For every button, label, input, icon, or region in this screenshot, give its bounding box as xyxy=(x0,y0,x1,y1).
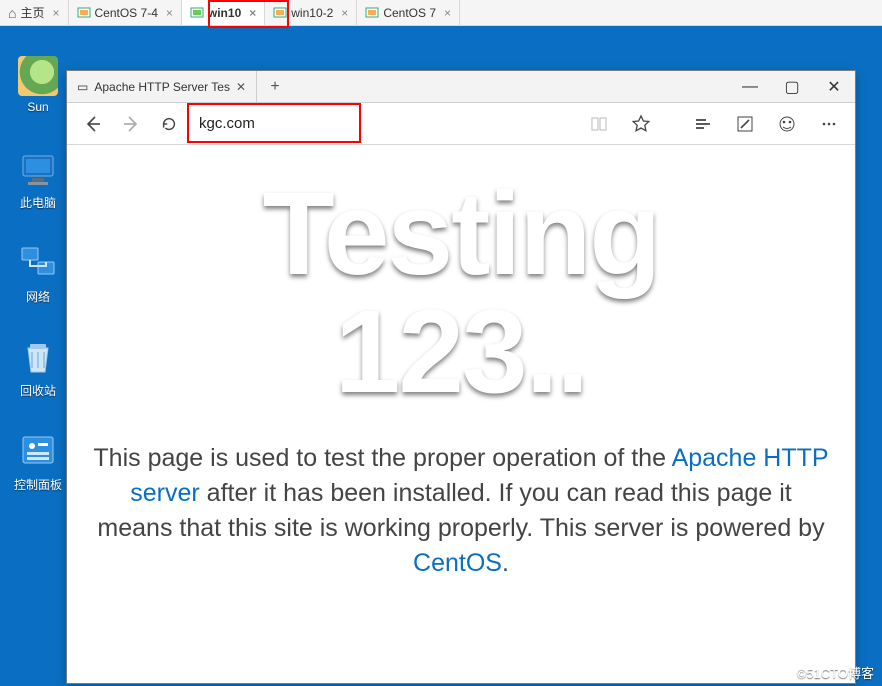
windows-desktop: Sun 此电脑 网络 回收站 控制面板 ▭ Apache HTTP Server… xyxy=(0,26,882,686)
forward-button[interactable] xyxy=(113,106,149,142)
address-bar[interactable] xyxy=(193,109,575,139)
vm-tab-label: CentOS 7 xyxy=(383,6,436,20)
close-icon[interactable]: × xyxy=(444,6,451,20)
vm-tab-label: 主页 xyxy=(20,4,44,21)
minimize-button[interactable]: — xyxy=(729,71,771,102)
close-icon[interactable]: ✕ xyxy=(236,80,246,94)
link-centos[interactable]: CentOS xyxy=(413,549,502,577)
recycle-bin-icon xyxy=(18,338,58,378)
refresh-icon xyxy=(160,115,178,133)
close-icon[interactable]: × xyxy=(52,6,59,20)
watermark: ©51CTO博客 xyxy=(797,663,874,682)
vm-icon xyxy=(77,6,91,20)
page-heading-line1: Testing xyxy=(93,175,829,293)
folder-icon xyxy=(18,56,58,96)
page-icon: ▭ xyxy=(77,80,88,94)
new-tab-button[interactable]: + xyxy=(257,71,293,102)
pc-icon xyxy=(18,150,58,190)
hub-button[interactable] xyxy=(685,106,721,142)
share-icon xyxy=(777,114,797,134)
note-icon xyxy=(735,114,755,134)
vm-icon xyxy=(273,6,287,20)
browser-titlebar: ▭ Apache HTTP Server Tes ✕ + — ▢ ✕ xyxy=(67,71,855,103)
close-icon[interactable]: × xyxy=(166,6,173,20)
vm-tab-bar: 主页 × CentOS 7-4 × win10 × win10-2 × Cent… xyxy=(0,0,882,26)
browser-toolbar xyxy=(67,103,855,145)
desktop-icon-label: 回收站 xyxy=(10,382,66,399)
vm-icon xyxy=(365,6,379,20)
ellipsis-icon xyxy=(819,114,839,134)
lines-icon xyxy=(693,114,713,134)
vm-tab-win10-2[interactable]: win10-2 × xyxy=(265,0,357,25)
page-lead-text: This page is used to test the proper ope… xyxy=(93,441,829,581)
vm-tab-centos7[interactable]: CentOS 7 × xyxy=(357,0,460,25)
maximize-button[interactable]: ▢ xyxy=(771,71,813,102)
reading-view-button[interactable] xyxy=(581,106,617,142)
page-content: Testing 123.. This page is used to test … xyxy=(67,145,855,683)
desktop-icon-label: 此电脑 xyxy=(10,194,66,211)
vm-tab-win10[interactable]: win10 × xyxy=(182,0,265,25)
page-heading-line2: 123.. xyxy=(93,293,829,411)
more-button[interactable] xyxy=(811,106,847,142)
close-button[interactable]: ✕ xyxy=(813,71,855,102)
notes-button[interactable] xyxy=(727,106,763,142)
desktop-icon-label: 控制面板 xyxy=(10,476,66,493)
home-icon xyxy=(8,5,16,21)
desktop-icon-sun[interactable]: Sun xyxy=(10,56,66,114)
desktop-icon-label: Sun xyxy=(10,100,66,114)
vm-tab-centos74[interactable]: CentOS 7-4 × xyxy=(69,0,182,25)
control-panel-icon xyxy=(18,432,58,472)
vm-tab-label: win10 xyxy=(208,6,241,20)
star-icon xyxy=(631,114,651,134)
browser-tab[interactable]: ▭ Apache HTTP Server Tes ✕ xyxy=(67,71,257,102)
browser-tab-title: Apache HTTP Server Tes xyxy=(94,80,230,94)
share-button[interactable] xyxy=(769,106,805,142)
back-button[interactable] xyxy=(75,106,111,142)
refresh-button[interactable] xyxy=(151,106,187,142)
vm-tab-label: CentOS 7-4 xyxy=(95,6,158,20)
arrow-right-icon xyxy=(121,114,141,134)
url-input[interactable] xyxy=(193,109,575,139)
desktop-icon-thispc[interactable]: 此电脑 xyxy=(10,150,66,211)
book-icon xyxy=(589,114,609,134)
vm-tab-label: win10-2 xyxy=(291,6,333,20)
desktop-icon-label: 网络 xyxy=(10,288,66,305)
arrow-left-icon xyxy=(83,114,103,134)
network-icon xyxy=(18,244,58,284)
desktop-icon-controlpanel[interactable]: 控制面板 xyxy=(10,432,66,493)
vm-tab-home[interactable]: 主页 × xyxy=(0,0,69,25)
desktop-icon-recyclebin[interactable]: 回收站 xyxy=(10,338,66,399)
vm-icon xyxy=(190,6,204,20)
window-controls: — ▢ ✕ xyxy=(729,71,855,102)
close-icon[interactable]: × xyxy=(249,6,256,20)
close-icon[interactable]: × xyxy=(341,6,348,20)
favorite-button[interactable] xyxy=(623,106,659,142)
browser-window: ▭ Apache HTTP Server Tes ✕ + — ▢ ✕ xyxy=(66,70,856,684)
desktop-icon-network[interactable]: 网络 xyxy=(10,244,66,305)
